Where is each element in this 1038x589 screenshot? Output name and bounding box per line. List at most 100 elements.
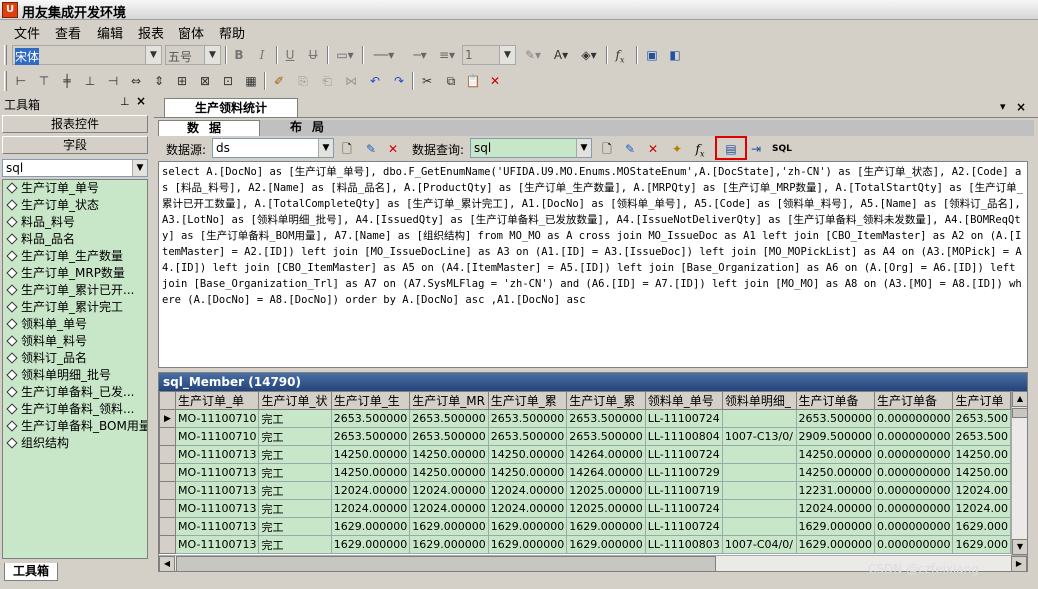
table-row[interactable]: MO-11100713 完工 14250.00000 14250.00000 14250… bbox=[159, 463, 1011, 482]
table-cell[interactable]: 2653.500000 bbox=[330, 427, 411, 446]
table-cell[interactable]: 1007-C13/0/ bbox=[721, 427, 797, 446]
table-cell[interactable]: 0.000000000 bbox=[873, 409, 954, 428]
table-cell[interactable]: 完工 bbox=[258, 427, 332, 446]
table-cell[interactable]: 完工 bbox=[258, 445, 332, 464]
scroll-up-icon[interactable]: ▲ bbox=[1012, 391, 1028, 407]
row-header[interactable] bbox=[159, 535, 177, 554]
brush-icon[interactable]: ✐ bbox=[270, 72, 288, 90]
table-cell[interactable]: 12024.00 bbox=[952, 481, 1011, 500]
line-color-icon[interactable]: ✎▾ bbox=[520, 46, 546, 64]
preview-data-icon[interactable]: ▤ bbox=[722, 140, 740, 158]
table-cell[interactable]: 1629.000000 bbox=[409, 517, 489, 536]
column-header[interactable]: 生产订单_累 bbox=[566, 391, 646, 410]
cut-icon[interactable]: ✂ bbox=[418, 72, 436, 90]
table-cell[interactable]: 14250.00 bbox=[952, 445, 1011, 464]
table-cell[interactable]: 1629.000000 bbox=[566, 535, 646, 554]
field-item[interactable]: 生产订单_累计完工 bbox=[3, 299, 147, 316]
table-cell[interactable]: 12024.00000 bbox=[409, 481, 489, 500]
line-width-combo[interactable]: 1 ▼ bbox=[462, 45, 516, 65]
toolbox-tab[interactable]: 工具箱 bbox=[4, 563, 58, 581]
table-cell[interactable]: MO-11100710 bbox=[175, 427, 260, 446]
row-header[interactable] bbox=[159, 445, 177, 464]
table-cell[interactable]: 12231.00000 bbox=[795, 481, 876, 500]
field-item[interactable]: 领料单明细_批号 bbox=[3, 367, 147, 384]
paste-icon[interactable]: 📋 bbox=[464, 72, 482, 90]
table-cell[interactable]: 完工 bbox=[258, 409, 332, 428]
bold-icon[interactable]: B bbox=[230, 46, 248, 64]
table-cell[interactable]: 12025.00000 bbox=[566, 481, 646, 500]
delete-query-icon[interactable]: ✕ bbox=[644, 140, 662, 158]
new-datasource-icon[interactable]: 🗋 bbox=[338, 140, 356, 158]
delete-datasource-icon[interactable]: ✕ bbox=[384, 140, 402, 158]
save-icon[interactable]: ▣ bbox=[643, 46, 661, 64]
delete-icon[interactable]: ✕ bbox=[486, 72, 504, 90]
row-header[interactable] bbox=[159, 517, 177, 536]
field-item[interactable]: 组织结构 bbox=[3, 435, 147, 452]
menu-help[interactable]: 帮助 bbox=[217, 23, 247, 42]
table-cell[interactable]: 1629.000000 bbox=[409, 535, 489, 554]
column-header[interactable]: 生产订单_MR bbox=[409, 391, 489, 410]
font-size-combo[interactable]: 五号 ▼ bbox=[165, 45, 221, 65]
table-row[interactable]: MO-11100713 完工 1629.000000 1629.000000 1629.… bbox=[159, 517, 1011, 536]
table-cell[interactable]: 完工 bbox=[258, 463, 332, 482]
table-cell[interactable]: LL-11100724 bbox=[644, 499, 723, 518]
chevron-down-icon[interactable]: ▼ bbox=[132, 160, 147, 176]
edit-query-icon[interactable]: ✎ bbox=[621, 140, 639, 158]
column-header[interactable]: 生产订单_状 bbox=[258, 391, 332, 410]
table-cell[interactable]: LL-11100729 bbox=[644, 463, 723, 482]
row-header-corner[interactable] bbox=[159, 391, 177, 410]
table-cell[interactable]: 完工 bbox=[258, 481, 332, 500]
line-type-icon[interactable]: ≡▾ bbox=[434, 46, 460, 64]
chevron-down-icon[interactable]: ▼ bbox=[318, 139, 333, 157]
save-all-icon[interactable]: ◧ bbox=[666, 46, 684, 64]
table-cell[interactable]: 1629.000000 bbox=[330, 535, 411, 554]
same-size-icon[interactable]: ⊞ bbox=[173, 72, 191, 90]
table-cell[interactable] bbox=[721, 409, 797, 428]
chevron-down-icon[interactable]: ▼ bbox=[499, 46, 515, 64]
table-cell[interactable] bbox=[721, 499, 797, 518]
tab-list-icon[interactable]: ▾ bbox=[1000, 100, 1006, 113]
table-cell[interactable]: 14250.00000 bbox=[409, 445, 489, 464]
field-item[interactable]: 生产订单_生产数量 bbox=[3, 248, 147, 265]
table-cell[interactable]: 0.000000000 bbox=[873, 499, 954, 518]
column-header[interactable]: 领料单_单号 bbox=[644, 391, 723, 410]
align-bottom-icon[interactable]: ⊥ bbox=[81, 72, 99, 90]
field-item[interactable]: 生产订单备料_领料... bbox=[3, 401, 147, 418]
undo-icon[interactable]: ↶ bbox=[366, 72, 384, 90]
table-cell[interactable]: 14250.00000 bbox=[795, 445, 876, 464]
table-cell[interactable]: 0.000000000 bbox=[873, 517, 954, 536]
table-cell[interactable]: MO-11100713 bbox=[175, 499, 260, 518]
table-cell[interactable]: 14250.00000 bbox=[330, 445, 411, 464]
table-cell[interactable]: 2909.500000 bbox=[795, 427, 876, 446]
table-cell[interactable]: 1629.000 bbox=[952, 517, 1011, 536]
tab-production-picking-stats[interactable]: 生产领料统计 bbox=[164, 98, 298, 118]
table-cell[interactable]: 2653.500 bbox=[952, 409, 1011, 428]
field-item[interactable]: 料品_品名 bbox=[3, 231, 147, 248]
underline-icon[interactable]: U bbox=[281, 46, 299, 64]
same-height-icon[interactable]: ⇕ bbox=[150, 72, 168, 90]
align-left-icon[interactable]: ⊢ bbox=[12, 72, 30, 90]
menu-edit[interactable]: 编辑 bbox=[95, 23, 125, 42]
scroll-left-icon[interactable]: ◀ bbox=[159, 556, 175, 572]
scroll-down-icon[interactable]: ▼ bbox=[1012, 539, 1028, 555]
group-icon[interactable]: ⊡ bbox=[219, 72, 237, 90]
table-cell[interactable] bbox=[721, 517, 797, 536]
table-cell[interactable]: 12025.00000 bbox=[566, 499, 646, 518]
table-cell[interactable]: MO-11100713 bbox=[175, 463, 260, 482]
font-name-combo[interactable]: 宋体 ▼ bbox=[12, 45, 162, 65]
vertical-scrollbar[interactable]: ▲ ▼ bbox=[1011, 391, 1028, 555]
table-cell[interactable]: 12024.00000 bbox=[409, 499, 489, 518]
sql-editor[interactable]: select A.[DocNo] as [生产订单_单号], dbo.F_Get… bbox=[158, 161, 1028, 368]
table-cell[interactable]: 2653.500000 bbox=[566, 409, 646, 428]
field-item[interactable]: 料品_料号 bbox=[3, 214, 147, 231]
table-cell[interactable]: 12024.00000 bbox=[330, 499, 411, 518]
field-item[interactable]: 生产订单备料_BOM用量 bbox=[3, 418, 147, 435]
border-style-icon[interactable]: ▭▾ bbox=[332, 46, 358, 64]
same-width-icon[interactable]: ⇔ bbox=[127, 72, 145, 90]
column-header[interactable]: 生产订单_累 bbox=[487, 391, 568, 410]
table-cell[interactable]: 14250.00000 bbox=[795, 463, 876, 482]
table-row[interactable]: MO-11100713 完工 1629.000000 1629.000000 1629.… bbox=[159, 535, 1011, 554]
table-cell[interactable]: 1629.000000 bbox=[330, 517, 411, 536]
table-cell[interactable]: MO-11100713 bbox=[175, 445, 260, 464]
table-cell[interactable] bbox=[721, 463, 797, 482]
